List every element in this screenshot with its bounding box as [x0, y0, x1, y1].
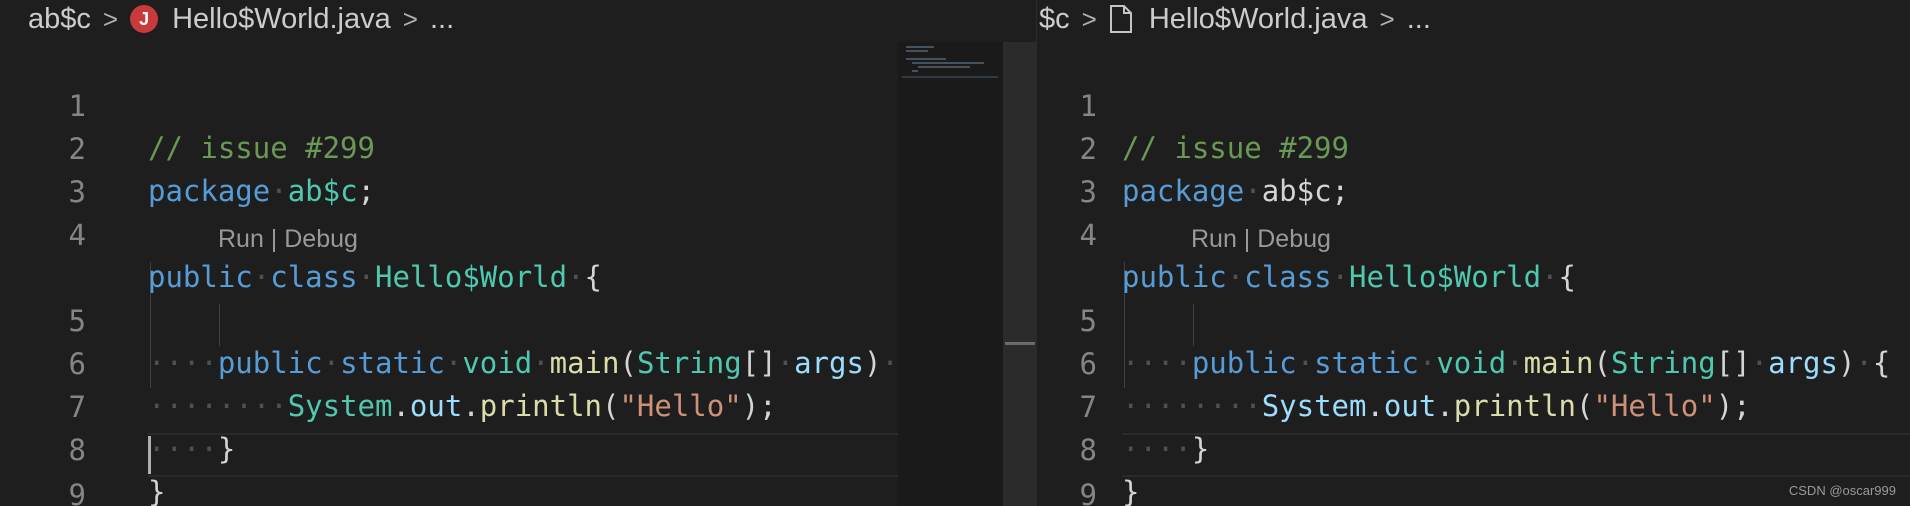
brace: }	[148, 475, 166, 506]
code-line[interactable]: 4 public·class·Hello$World·{	[0, 172, 1037, 294]
line-number: 9	[68, 478, 86, 506]
line-number: 9	[1079, 478, 1097, 506]
file-icon	[1109, 5, 1132, 33]
chevron-right-icon: >	[102, 3, 119, 34]
left-editor-pane[interactable]: ab$c > J Hello$World.java > ... 1 // iss…	[0, 0, 1037, 506]
breadcrumb: $c > Hello$World.java > ...	[1037, 0, 1910, 38]
code-line[interactable]: 5 ····public·static·void·main(String[]·a…	[0, 258, 1037, 380]
code-line[interactable]: 7 ····}	[0, 344, 1037, 466]
code-line[interactable]: 9	[0, 432, 1037, 506]
minimap-line	[906, 46, 934, 48]
breadcrumb-file[interactable]: Hello$World.java	[1149, 3, 1368, 36]
breadcrumb-more[interactable]: ...	[1407, 3, 1431, 36]
minimap[interactable]	[898, 42, 1003, 506]
minimap-line	[906, 50, 928, 52]
code-line[interactable]: 2 package·ab$c;	[0, 86, 1037, 208]
line-number: 4	[1079, 218, 1097, 252]
breadcrumb: ab$c > J Hello$World.java > ...	[0, 0, 1037, 38]
code-line[interactable]: 8 }	[0, 387, 1037, 506]
minimap-line	[912, 62, 984, 64]
code-line[interactable]: 1 // issue #299	[1037, 43, 1910, 165]
minimap-viewport	[902, 76, 998, 78]
right-editor-pane[interactable]: $c > Hello$World.java > ... 1 // issue #…	[1037, 0, 1910, 506]
java-file-error-icon: J	[130, 5, 159, 33]
breadcrumb-more[interactable]: ...	[430, 3, 454, 36]
watermark: CSDN @oscar999	[1788, 483, 1896, 498]
vertical-scrollbar[interactable]	[1003, 42, 1037, 506]
code-line[interactable]: 5 ····public·static·void·main(String[]·a…	[1037, 258, 1910, 380]
breadcrumb-file[interactable]: Hello$World.java	[172, 3, 391, 36]
code-line[interactable]: 7 ····}	[1037, 344, 1910, 466]
minimap-line	[912, 70, 918, 72]
codelens-run-debug[interactable]: Run | Debug	[218, 221, 358, 257]
code-line[interactable]: 6 ········System.out.println("Hello");	[0, 301, 1037, 423]
code-line[interactable]: 3	[0, 129, 1037, 209]
chevron-right-icon: >	[1379, 3, 1395, 34]
code-line[interactable]: 8 }	[1037, 387, 1910, 506]
line-number: 4	[68, 218, 86, 252]
chevron-right-icon: >	[1081, 3, 1097, 34]
minimap-line	[918, 66, 970, 68]
code-line[interactable]: 1 // issue #299	[0, 43, 1037, 165]
scrollbar-thumb[interactable]	[1005, 342, 1035, 345]
code-line[interactable]: 6 ········System.out.println("Hello");	[1037, 301, 1910, 423]
code-line[interactable]: 2 package·ab$c;	[1037, 86, 1910, 208]
codelens-run-debug[interactable]: Run | Debug	[1191, 221, 1331, 257]
brace: }	[1122, 475, 1140, 506]
code-line[interactable]: 3	[1037, 129, 1910, 209]
breadcrumb-folder[interactable]: ab$c	[28, 3, 91, 36]
code-line[interactable]: 9	[1037, 432, 1910, 506]
breadcrumb-folder[interactable]: $c	[1039, 3, 1070, 36]
minimap-line	[906, 58, 946, 60]
code-line[interactable]: 4 public·class·Hello$World·{	[1037, 172, 1910, 294]
chevron-right-icon: >	[402, 3, 418, 34]
